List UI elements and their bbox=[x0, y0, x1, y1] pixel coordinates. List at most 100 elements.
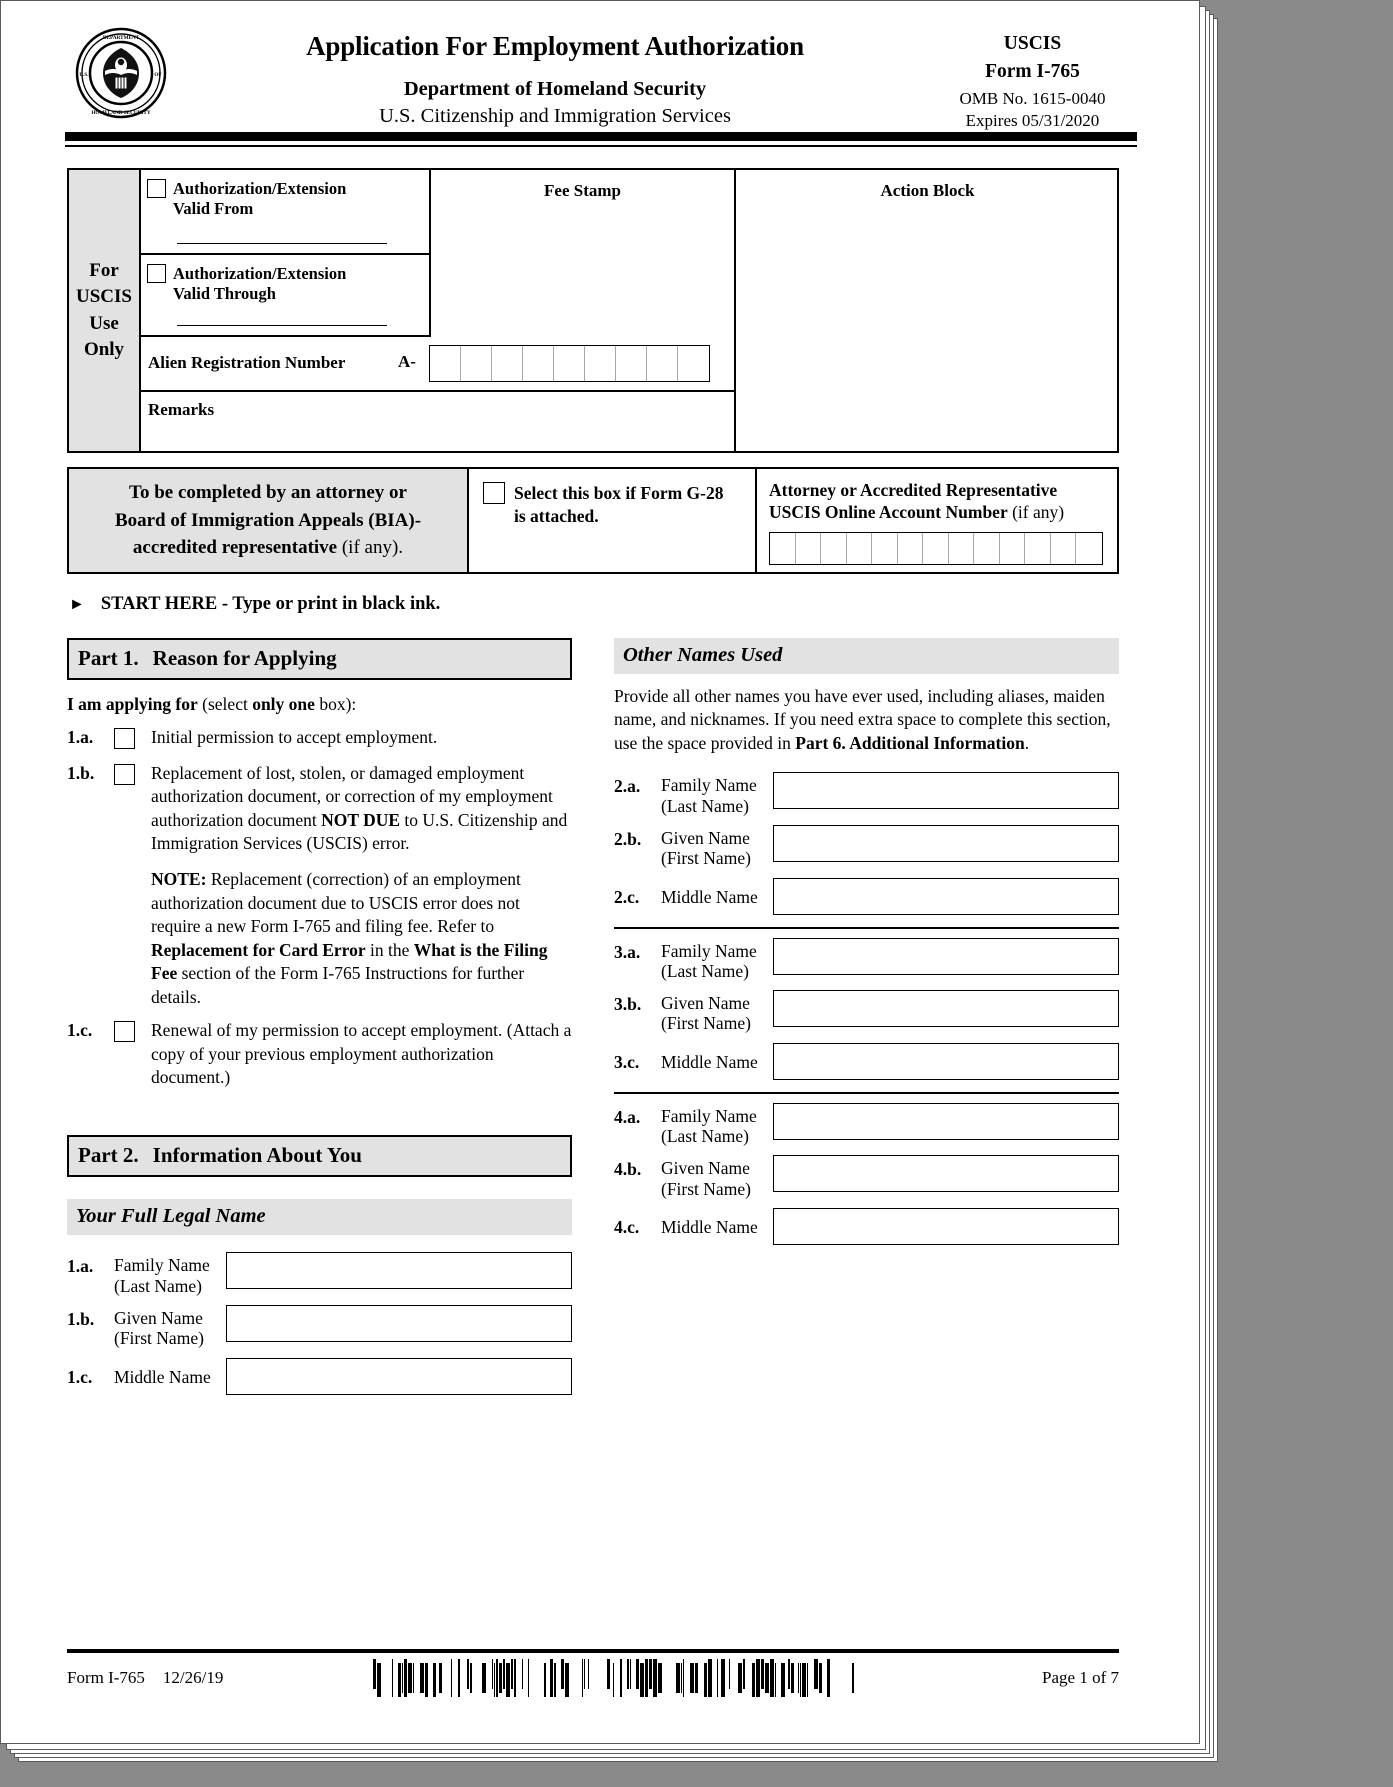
left-column: Part 1. Reason for Applying I am applying… bbox=[67, 638, 572, 1395]
other-names-field-2c-label-l1: Middle Name bbox=[661, 886, 758, 907]
part2-field-1b-input[interactable] bbox=[226, 1304, 572, 1342]
attorney-line-3-bold: accredited representative bbox=[132, 537, 338, 559]
part1-note-text-3: section of the Form I-765 Instructions f… bbox=[151, 963, 525, 1007]
other-names-field-2b-number: 2.b. bbox=[614, 828, 642, 849]
valid-from-write-line[interactable] bbox=[177, 243, 387, 244]
other-names-field-2a: 2.a. Family Name (Last Name) bbox=[614, 772, 1119, 816]
remarks-cell[interactable]: Remarks bbox=[141, 392, 736, 453]
other-names-field-3a-input[interactable] bbox=[773, 937, 1119, 975]
part1-item-1b-number: 1.b. bbox=[67, 762, 95, 783]
g28-checkbox[interactable] bbox=[483, 482, 505, 504]
attorney-online-account-number-input[interactable] bbox=[769, 532, 1103, 565]
svg-text:OF: OF bbox=[154, 72, 161, 78]
part1-note-bold-1: Replacement for Card Error bbox=[151, 939, 366, 960]
svg-text:U.S.: U.S. bbox=[79, 72, 89, 78]
other-names-part6-ref: Part 6. Additional Information bbox=[795, 732, 1025, 753]
other-names-field-3b-input[interactable] bbox=[773, 990, 1119, 1028]
start-here-instruction: ► START HERE - Type or print in black ink… bbox=[69, 594, 440, 615]
other-names-field-4b-input[interactable] bbox=[773, 1155, 1119, 1193]
g28-label-l1: Select this box if Form G-28 bbox=[514, 483, 724, 503]
valid-from-label-l2: Valid From bbox=[173, 198, 254, 218]
other-names-field-3b: 3.b. Given Name (First Name) bbox=[614, 990, 1119, 1034]
alien-prefix-label: A- bbox=[398, 352, 416, 371]
footer-rule bbox=[67, 1649, 1119, 1653]
valid-through-label-l2: Valid Through bbox=[173, 283, 276, 303]
uscis-side-line-4: Only bbox=[83, 338, 125, 360]
valid-through-write-line[interactable] bbox=[177, 325, 387, 326]
valid-through-checkbox[interactable] bbox=[147, 264, 166, 283]
document-page-1: DEPARTMENT HOMELAND SECURITY U.S. OF App… bbox=[0, 0, 1200, 1744]
other-names-field-2a-input[interactable] bbox=[773, 772, 1119, 810]
dhs-seal-icon: DEPARTMENT HOMELAND SECURITY U.S. OF bbox=[75, 27, 167, 119]
alien-registration-number-input[interactable] bbox=[429, 345, 710, 382]
uscis-side-line-3: Use bbox=[89, 312, 119, 334]
part1-item-1a-checkbox[interactable] bbox=[114, 728, 135, 750]
part2-field-1a-label-l2: (Last Name) bbox=[114, 1275, 202, 1296]
attorney-block: To be completed by an attorney or Board … bbox=[67, 467, 1119, 574]
part2-field-1a-input[interactable] bbox=[226, 1252, 572, 1290]
for-uscis-use-only-block: For USCIS Use Only Authorization/Extensi… bbox=[67, 168, 1119, 453]
part2-field-1b-label-l1: Given Name bbox=[114, 1307, 203, 1328]
part1-note-text-1: Replacement (correction) of an employmen… bbox=[151, 869, 521, 937]
g28-label-l2: is attached. bbox=[514, 505, 599, 526]
other-names-field-4a-label-l1: Family Name bbox=[661, 1105, 757, 1126]
alien-registration-number-cell: Alien Registration Number A- bbox=[141, 337, 736, 392]
attorney-account-cell: Attorney or Accredited Representative US… bbox=[757, 469, 1117, 572]
part1-note-text-2: in the bbox=[365, 939, 414, 960]
other-names-field-2a-label-l1: Family Name bbox=[661, 775, 757, 796]
other-names-instructions: Provide all other names you have ever us… bbox=[614, 685, 1119, 755]
part2-field-1b-label-l2: (First Name) bbox=[114, 1328, 204, 1349]
valid-through-label-l1: Authorization/Extension bbox=[173, 264, 347, 283]
other-names-field-2b: 2.b. Given Name (First Name) bbox=[614, 824, 1119, 869]
part2-field-1b-number: 1.b. bbox=[67, 1308, 95, 1329]
uscis-side-line-2: USCIS bbox=[76, 286, 132, 308]
part-2-number: Part 2. bbox=[78, 1143, 139, 1168]
other-names-field-2b-input[interactable] bbox=[773, 824, 1119, 862]
action-block-cell: Action Block bbox=[736, 170, 1119, 451]
attorney-line-3-rest: (if any). bbox=[337, 537, 404, 559]
valid-from-checkbox[interactable] bbox=[147, 179, 166, 198]
other-names-text-2: . bbox=[1024, 732, 1030, 753]
form-agency: U.S. Citizenship and Immigration Service… bbox=[379, 105, 731, 127]
fee-stamp-cell: Fee Stamp bbox=[431, 170, 736, 337]
attorney-instructions: To be completed by an attorney or Board … bbox=[69, 469, 469, 572]
part1-item-1c-checkbox[interactable] bbox=[114, 1021, 135, 1043]
other-names-field-4c: 4.c. Middle Name bbox=[614, 1207, 1119, 1245]
other-names-field-2c-number: 2.c. bbox=[614, 886, 640, 907]
part-1-title: Reason for Applying bbox=[152, 646, 337, 670]
other-names-separator-1 bbox=[614, 926, 1119, 929]
part2-field-1a-number: 1.a. bbox=[67, 1256, 94, 1277]
other-names-field-4a: 4.a. Family Name (Last Name) bbox=[614, 1102, 1119, 1147]
omb-number: OMB No. 1615-0040 bbox=[959, 89, 1106, 108]
header-rule-thin bbox=[65, 145, 1137, 147]
uscis-side-line-1: For bbox=[89, 260, 119, 282]
other-names-field-3c-input[interactable] bbox=[773, 1042, 1119, 1080]
other-names-field-3b-number: 3.b. bbox=[614, 994, 642, 1015]
other-names-field-2c-input[interactable] bbox=[773, 877, 1119, 915]
start-here-text: START HERE - Type or print in black ink. bbox=[100, 594, 441, 614]
part2-field-1c-input[interactable] bbox=[226, 1357, 572, 1395]
part-1-lead-mid: (select bbox=[197, 694, 253, 714]
other-names-field-4a-input[interactable] bbox=[773, 1102, 1119, 1140]
other-names-field-2b-label-l1: Given Name bbox=[661, 827, 750, 848]
other-names-field-4b-label-l2: (First Name) bbox=[661, 1178, 751, 1199]
other-names-used-header: Other Names Used bbox=[614, 638, 1119, 674]
g28-attached-cell: Select this box if Form G-28 is attached. bbox=[469, 469, 757, 572]
right-column: Other Names Used Provide all other names… bbox=[614, 638, 1119, 1245]
part1-item-1c: 1.c. Renewal of my permission to accept … bbox=[67, 1019, 572, 1089]
part-1-lead-only-one: only one bbox=[252, 694, 315, 714]
part1-item-1c-text: Renewal of my permission to accept emplo… bbox=[151, 1020, 572, 1087]
other-names-field-2c: 2.c. Middle Name bbox=[614, 877, 1119, 915]
part1-item-1b-checkbox[interactable] bbox=[114, 763, 135, 785]
form-title-block: Application For Employment Authorization… bbox=[245, 31, 865, 128]
other-names-field-4a-label-l2: (Last Name) bbox=[661, 1125, 749, 1146]
other-names-field-3b-label-l1: Given Name bbox=[661, 993, 750, 1014]
part-1-lead-bold: I am applying for bbox=[67, 694, 198, 714]
part-1-header: Part 1. Reason for Applying bbox=[67, 638, 572, 680]
for-uscis-use-only-label: For USCIS Use Only bbox=[69, 170, 141, 451]
form-identity-block: USCIS Form I-765 OMB No. 1615-0040 Expir… bbox=[930, 33, 1135, 131]
authorization-valid-through-cell: Authorization/Extension Valid Through bbox=[141, 255, 431, 337]
part2-field-1a: 1.a. Family Name (Last Name) bbox=[67, 1252, 572, 1296]
other-names-field-4c-input[interactable] bbox=[773, 1207, 1119, 1245]
remarks-label: Remarks bbox=[148, 400, 215, 419]
